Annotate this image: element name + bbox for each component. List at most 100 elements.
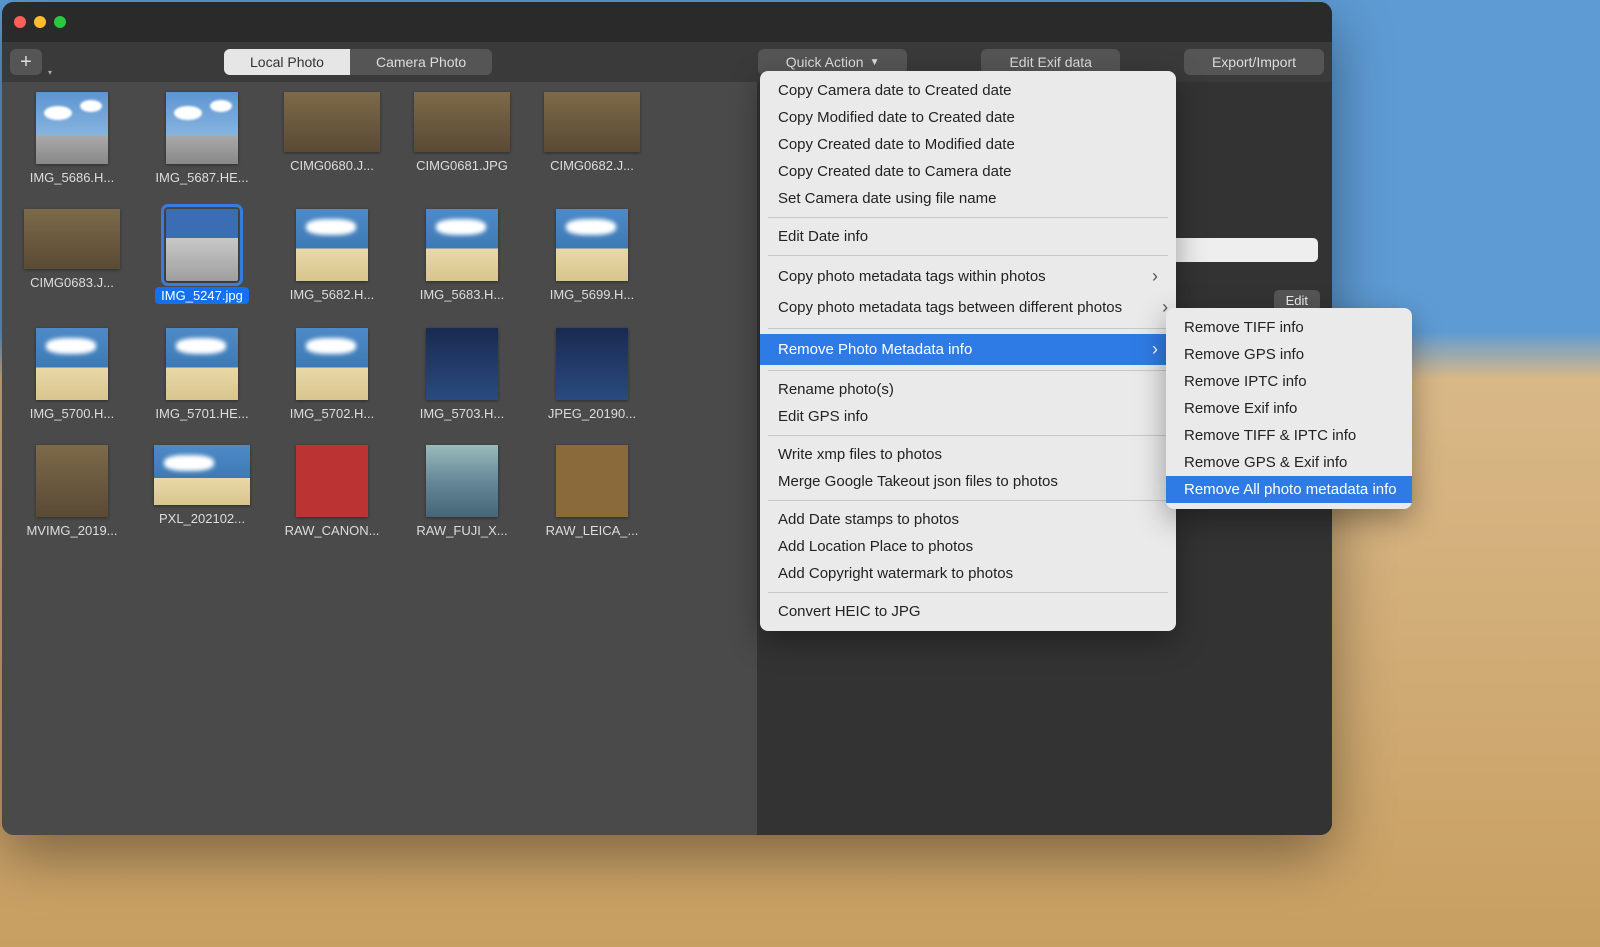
export-import-button[interactable]: Export/Import — [1184, 49, 1324, 75]
close-window-button[interactable] — [14, 16, 26, 28]
photo-thumbnail[interactable]: CIMG0682.J... — [542, 92, 642, 185]
menu-item[interactable]: Set Camera date using file name — [760, 185, 1176, 212]
thumbnail-label: CIMG0682.J... — [550, 158, 634, 173]
photo-thumbnail[interactable]: IMG_5703.H... — [412, 328, 512, 421]
menu-item-remove-photo-metadata[interactable]: Remove Photo Metadata info — [760, 334, 1176, 365]
menu-item[interactable]: Copy Created date to Modified date — [760, 131, 1176, 158]
photo-thumbnail[interactable]: CIMG0681.JPG — [412, 92, 512, 185]
thumbnail-image — [414, 92, 510, 152]
remove-metadata-submenu: Remove TIFF infoRemove GPS infoRemove IP… — [1166, 308, 1412, 509]
thumbnail-image — [426, 445, 498, 517]
thumbnail-label: CIMG0683.J... — [30, 275, 114, 290]
menu-item[interactable]: Add Location Place to photos — [760, 533, 1176, 560]
thumbnail-image — [296, 445, 368, 517]
photo-thumbnail[interactable]: IMG_5683.H... — [412, 209, 512, 304]
thumbnail-image — [36, 445, 108, 517]
photo-thumbnail[interactable]: RAW_LEICA_... — [542, 445, 642, 538]
minimize-window-button[interactable] — [34, 16, 46, 28]
menu-separator — [768, 255, 1168, 256]
quick-action-menu: Copy Camera date to Created dateCopy Mod… — [760, 71, 1176, 631]
menu-item[interactable]: Copy photo metadata tags between differe… — [760, 292, 1176, 323]
menu-separator — [768, 500, 1168, 501]
menu-item[interactable]: Edit Date info — [760, 223, 1176, 250]
photo-thumbnail[interactable]: CIMG0683.J... — [22, 209, 122, 304]
thumbnail-label: IMG_5682.H... — [290, 287, 375, 302]
photo-thumbnail[interactable]: IMG_5682.H... — [282, 209, 382, 304]
quick-action-label: Quick Action — [786, 54, 864, 70]
tab-camera-photo[interactable]: Camera Photo — [350, 49, 492, 75]
thumbnail-label: RAW_FUJI_X... — [416, 523, 507, 538]
thumbnail-label: IMG_5700.H... — [30, 406, 115, 421]
thumbnail-image — [36, 328, 108, 400]
menu-item[interactable]: Merge Google Takeout json files to photo… — [760, 468, 1176, 495]
photo-thumbnail[interactable]: JPEG_20190... — [542, 328, 642, 421]
thumbnail-image — [24, 209, 120, 269]
menu-item[interactable]: Convert HEIC to JPG — [760, 598, 1176, 625]
photo-thumbnail[interactable]: IMG_5701.HE... — [152, 328, 252, 421]
photo-thumbnail[interactable]: IMG_5700.H... — [22, 328, 122, 421]
submenu-item[interactable]: Remove IPTC info — [1166, 368, 1412, 395]
thumbnail-label: IMG_5247.jpg — [155, 287, 249, 304]
submenu-item[interactable]: Remove TIFF & IPTC info — [1166, 422, 1412, 449]
thumbnail-label: IMG_5687.HE... — [155, 170, 248, 185]
thumbnail-image — [426, 328, 498, 400]
photo-grid: IMG_5686.H... IMG_5687.HE... CIMG0680.J...… — [2, 82, 757, 835]
zoom-window-button[interactable] — [54, 16, 66, 28]
thumbnail-label: RAW_CANON... — [285, 523, 380, 538]
menu-item[interactable]: Copy Camera date to Created date — [760, 77, 1176, 104]
menu-item[interactable]: Write xmp files to photos — [760, 441, 1176, 468]
thumbnail-image — [166, 92, 238, 164]
thumbnail-image — [166, 328, 238, 400]
menu-item[interactable]: Copy Modified date to Created date — [760, 104, 1176, 131]
thumbnail-label: IMG_5686.H... — [30, 170, 115, 185]
titlebar — [2, 2, 1332, 42]
photo-thumbnail[interactable]: PXL_202102... — [152, 445, 252, 538]
thumbnail-image — [426, 209, 498, 281]
menu-separator — [768, 435, 1168, 436]
thumbnail-label: IMG_5702.H... — [290, 406, 375, 421]
thumbnail-image — [166, 209, 238, 281]
photo-thumbnail[interactable]: IMG_5699.H... — [542, 209, 642, 304]
add-button[interactable]: + — [10, 49, 42, 75]
menu-separator — [768, 592, 1168, 593]
photo-thumbnail[interactable]: CIMG0680.J... — [282, 92, 382, 185]
menu-item[interactable]: Copy photo metadata tags within photos — [760, 261, 1176, 292]
photo-thumbnail[interactable]: IMG_5687.HE... — [152, 92, 252, 185]
photo-thumbnail[interactable]: RAW_CANON... — [282, 445, 382, 538]
thumbnail-image — [556, 445, 628, 517]
menu-item[interactable]: Edit GPS info — [760, 403, 1176, 430]
menu-item[interactable]: Add Copyright watermark to photos — [760, 560, 1176, 587]
menu-separator — [768, 370, 1168, 371]
submenu-item[interactable]: Remove GPS info — [1166, 341, 1412, 368]
source-segmented-control: Local Photo Camera Photo — [224, 49, 492, 75]
thumbnail-label: CIMG0680.J... — [290, 158, 374, 173]
thumbnail-image — [556, 328, 628, 400]
submenu-item[interactable]: Remove GPS & Exif info — [1166, 449, 1412, 476]
thumbnail-label: CIMG0681.JPG — [416, 158, 508, 173]
photo-thumbnail[interactable]: MVIMG_2019... — [22, 445, 122, 538]
menu-separator — [768, 328, 1168, 329]
thumbnail-image — [36, 92, 108, 164]
menu-item[interactable]: Rename photo(s) — [760, 376, 1176, 403]
submenu-item[interactable]: Remove Exif info — [1166, 395, 1412, 422]
menu-item[interactable]: Copy Created date to Camera date — [760, 158, 1176, 185]
thumbnail-label: JPEG_20190... — [548, 406, 636, 421]
menu-separator — [768, 217, 1168, 218]
submenu-item[interactable]: Remove All photo metadata info — [1166, 476, 1412, 503]
window-controls — [14, 16, 66, 28]
thumbnail-label: RAW_LEICA_... — [546, 523, 639, 538]
plus-icon: + — [20, 51, 32, 74]
chevron-down-icon: ▼ — [870, 57, 880, 68]
menu-item[interactable]: Add Date stamps to photos — [760, 506, 1176, 533]
photo-thumbnail[interactable]: IMG_5247.jpg — [152, 209, 252, 304]
photo-thumbnail[interactable]: IMG_5702.H... — [282, 328, 382, 421]
thumbnail-image — [544, 92, 640, 152]
submenu-item[interactable]: Remove TIFF info — [1166, 314, 1412, 341]
photo-thumbnail[interactable]: RAW_FUJI_X... — [412, 445, 512, 538]
thumbnail-image — [296, 328, 368, 400]
tab-local-photo[interactable]: Local Photo — [224, 49, 350, 75]
thumbnail-label: MVIMG_2019... — [26, 523, 117, 538]
thumbnail-label: IMG_5699.H... — [550, 287, 635, 302]
thumbnail-label: PXL_202102... — [159, 511, 245, 526]
photo-thumbnail[interactable]: IMG_5686.H... — [22, 92, 122, 185]
